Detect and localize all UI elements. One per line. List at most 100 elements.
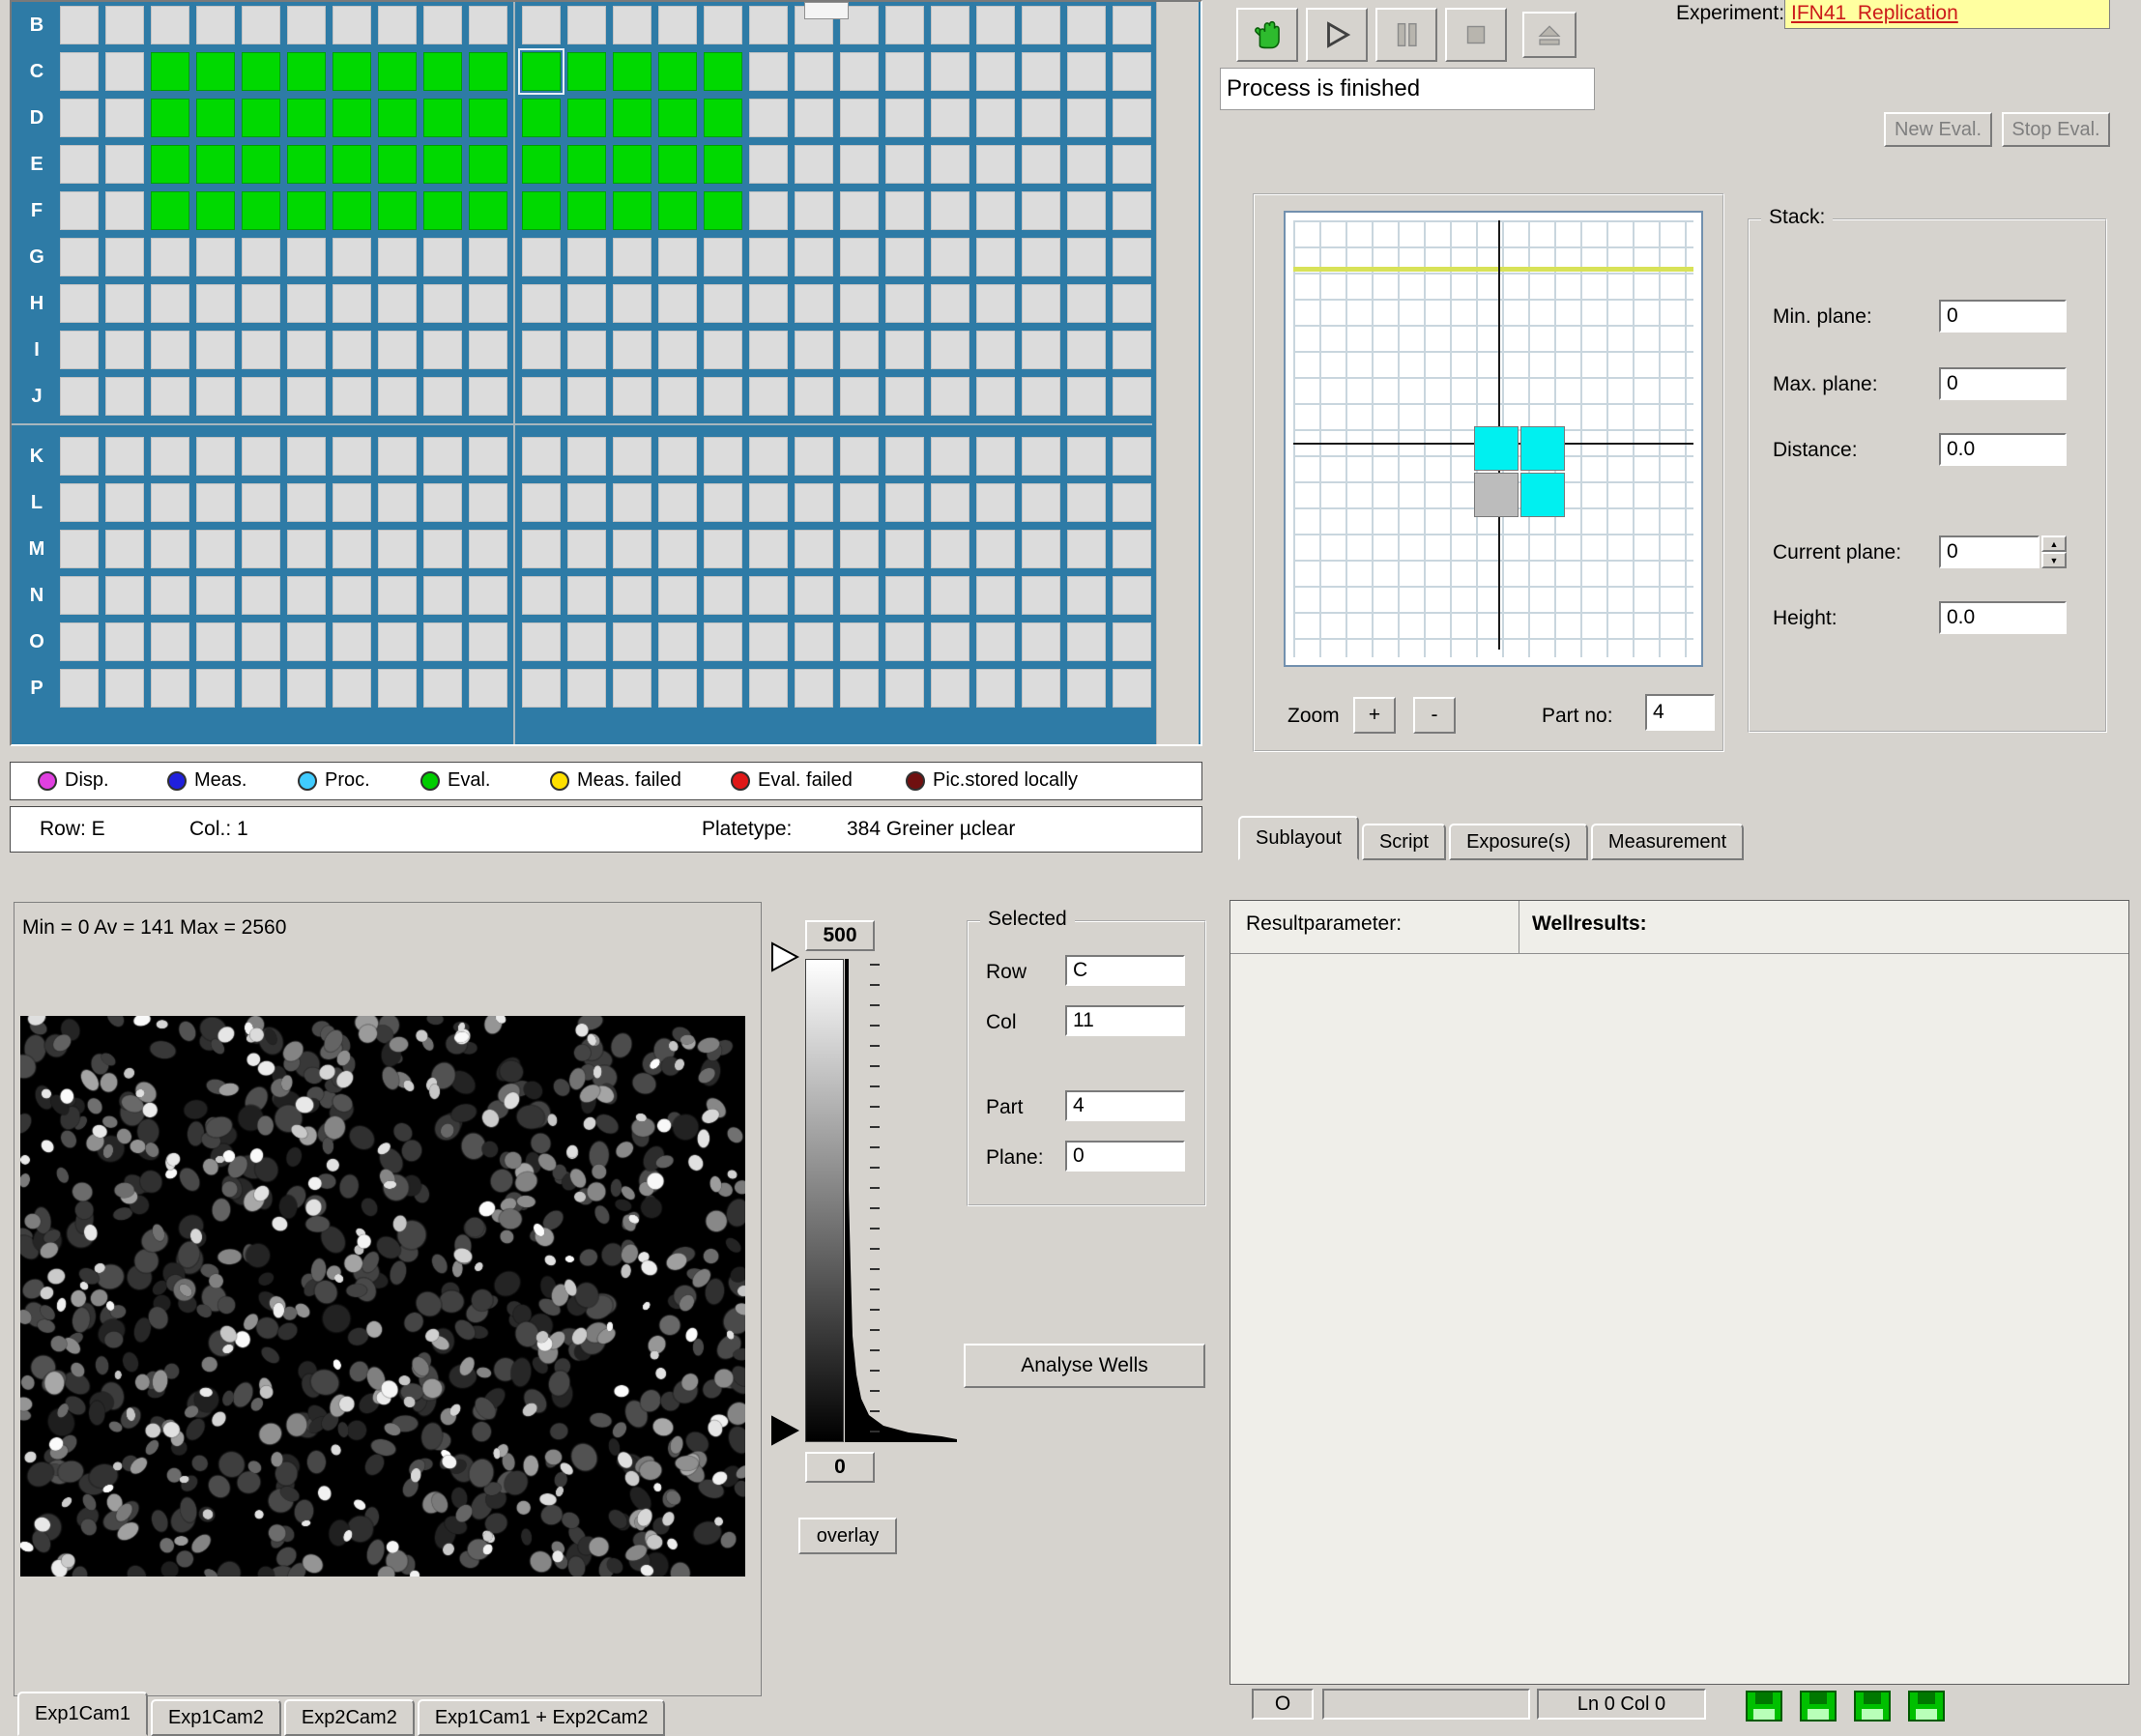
well-P24[interactable]	[1113, 669, 1151, 708]
white-level-marker-icon[interactable]	[770, 941, 799, 972]
well-E1[interactable]	[60, 145, 99, 184]
well-E10[interactable]	[469, 145, 507, 184]
well-G15[interactable]	[704, 238, 742, 276]
well-P10[interactable]	[469, 669, 507, 708]
well-F16[interactable]	[749, 191, 788, 230]
well-O13[interactable]	[613, 622, 651, 661]
well-L18[interactable]	[840, 483, 879, 522]
well-L17[interactable]	[795, 483, 833, 522]
well-G22[interactable]	[1022, 238, 1060, 276]
well-N10[interactable]	[469, 576, 507, 615]
well-N2[interactable]	[105, 576, 144, 615]
well-P12[interactable]	[567, 669, 606, 708]
well-M17[interactable]	[795, 530, 833, 568]
well-E22[interactable]	[1022, 145, 1060, 184]
well-I4[interactable]	[196, 331, 235, 369]
well-F19[interactable]	[885, 191, 924, 230]
well-D5[interactable]	[242, 99, 280, 137]
well-J17[interactable]	[795, 377, 833, 416]
well-N20[interactable]	[931, 576, 969, 615]
well-I8[interactable]	[378, 331, 417, 369]
well-M16[interactable]	[749, 530, 788, 568]
eject-button[interactable]	[1522, 12, 1577, 58]
well-M6[interactable]	[287, 530, 326, 568]
well-E20[interactable]	[931, 145, 969, 184]
well-N18[interactable]	[840, 576, 879, 615]
well-O23[interactable]	[1067, 622, 1106, 661]
well-D2[interactable]	[105, 99, 144, 137]
well-J4[interactable]	[196, 377, 235, 416]
well-F12[interactable]	[567, 191, 606, 230]
well-B2[interactable]	[105, 6, 144, 44]
pause-button[interactable]	[1375, 8, 1437, 62]
well-K12[interactable]	[567, 437, 606, 476]
well-F23[interactable]	[1067, 191, 1106, 230]
well-I15[interactable]	[704, 331, 742, 369]
well-N7[interactable]	[333, 576, 371, 615]
well-L24[interactable]	[1113, 483, 1151, 522]
well-G14[interactable]	[658, 238, 697, 276]
well-O8[interactable]	[378, 622, 417, 661]
well-C10[interactable]	[469, 52, 507, 91]
well-O17[interactable]	[795, 622, 833, 661]
well-F22[interactable]	[1022, 191, 1060, 230]
well-K21[interactable]	[976, 437, 1015, 476]
well-D13[interactable]	[613, 99, 651, 137]
well-O12[interactable]	[567, 622, 606, 661]
well-D21[interactable]	[976, 99, 1015, 137]
well-C21[interactable]	[976, 52, 1015, 91]
well-M10[interactable]	[469, 530, 507, 568]
row-field[interactable]: C	[1065, 955, 1185, 986]
well-O11[interactable]	[522, 622, 561, 661]
well-D9[interactable]	[423, 99, 462, 137]
start-button[interactable]	[1306, 8, 1368, 62]
well-B1[interactable]	[60, 6, 99, 44]
well-D6[interactable]	[287, 99, 326, 137]
well-I18[interactable]	[840, 331, 879, 369]
well-H3[interactable]	[151, 284, 189, 323]
well-C7[interactable]	[333, 52, 371, 91]
well-H12[interactable]	[567, 284, 606, 323]
well-K22[interactable]	[1022, 437, 1060, 476]
well-N13[interactable]	[613, 576, 651, 615]
well-F15[interactable]	[704, 191, 742, 230]
well-E14[interactable]	[658, 145, 697, 184]
well-L6[interactable]	[287, 483, 326, 522]
overlay-button[interactable]: overlay	[798, 1518, 897, 1554]
well-E21[interactable]	[976, 145, 1015, 184]
well-K24[interactable]	[1113, 437, 1151, 476]
well-E23[interactable]	[1067, 145, 1106, 184]
well-I19[interactable]	[885, 331, 924, 369]
well-L22[interactable]	[1022, 483, 1060, 522]
black-level-marker-icon[interactable]	[770, 1415, 799, 1446]
well-O14[interactable]	[658, 622, 697, 661]
level-min-box[interactable]: 0	[805, 1452, 875, 1483]
well-G20[interactable]	[931, 238, 969, 276]
well-H1[interactable]	[60, 284, 99, 323]
well-M12[interactable]	[567, 530, 606, 568]
well-M14[interactable]	[658, 530, 697, 568]
well-J19[interactable]	[885, 377, 924, 416]
well-K13[interactable]	[613, 437, 651, 476]
well-D16[interactable]	[749, 99, 788, 137]
well-K2[interactable]	[105, 437, 144, 476]
well-H23[interactable]	[1067, 284, 1106, 323]
well-L7[interactable]	[333, 483, 371, 522]
well-N15[interactable]	[704, 576, 742, 615]
experiment-field[interactable]: IFN41_Replication	[1784, 0, 2110, 29]
well-F5[interactable]	[242, 191, 280, 230]
well-B6[interactable]	[287, 6, 326, 44]
well-P22[interactable]	[1022, 669, 1060, 708]
well-P20[interactable]	[931, 669, 969, 708]
well-P11[interactable]	[522, 669, 561, 708]
well-C16[interactable]	[749, 52, 788, 91]
plate-scrollbar-track[interactable]	[1156, 2, 1199, 744]
well-P3[interactable]	[151, 669, 189, 708]
well-P6[interactable]	[287, 669, 326, 708]
tab-sublayout[interactable]: Sublayout	[1238, 816, 1359, 860]
well-B20[interactable]	[931, 6, 969, 44]
tab-measurement[interactable]: Measurement	[1591, 824, 1744, 860]
well-M15[interactable]	[704, 530, 742, 568]
well-K8[interactable]	[378, 437, 417, 476]
well-H20[interactable]	[931, 284, 969, 323]
